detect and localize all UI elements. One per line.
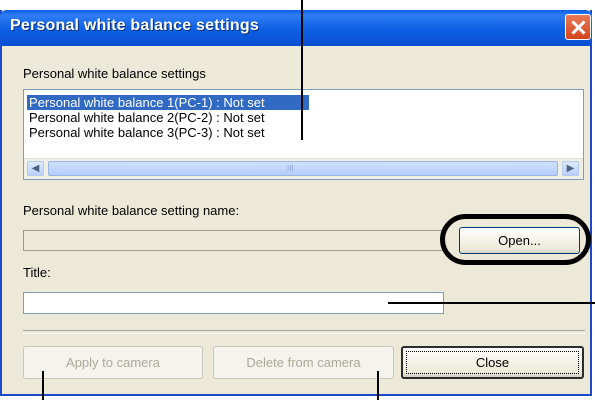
callout-line-apply — [42, 371, 44, 400]
title-label: Title: — [23, 265, 51, 280]
setting-name-label: Personal white balance setting name: — [23, 203, 240, 218]
list-item-pc1[interactable]: Personal white balance 1(PC-1) : Not set — [27, 95, 309, 110]
window-close-icon[interactable] — [565, 14, 591, 40]
setting-name-field — [23, 230, 443, 251]
apply-button-label: Apply to camera — [66, 355, 160, 370]
apply-to-camera-button[interactable]: Apply to camera — [23, 346, 203, 379]
delete-button-label: Delete from camera — [246, 355, 361, 370]
delete-from-camera-button[interactable]: Delete from camera — [213, 346, 394, 379]
title-bar[interactable]: Personal white balance settings — [0, 10, 592, 46]
callout-highlight-ring — [440, 214, 591, 265]
callout-line-list — [301, 0, 303, 140]
scrollbar-thumb[interactable] — [48, 161, 558, 176]
close-button-label: Close — [475, 355, 510, 370]
title-input[interactable] — [23, 292, 444, 314]
close-button[interactable]: Close — [401, 346, 584, 379]
separator — [23, 330, 585, 334]
scroll-left-icon[interactable]: ◀ — [27, 161, 44, 176]
window-title: Personal white balance settings — [10, 17, 259, 34]
scroll-right-icon[interactable]: ▶ — [562, 161, 579, 176]
list-item-pc2[interactable]: Personal white balance 2(PC-2) : Not set — [27, 110, 309, 125]
list-item-pc3[interactable]: Personal white balance 3(PC-3) : Not set — [27, 125, 309, 140]
callout-line-delete — [377, 371, 379, 400]
white-balance-list[interactable]: Personal white balance 1(PC-1) : Not set… — [23, 89, 584, 180]
callout-line-title — [388, 302, 595, 304]
list-section-label: Personal white balance settings — [23, 66, 206, 81]
horizontal-scrollbar[interactable]: ◀ ▶ — [24, 158, 583, 179]
